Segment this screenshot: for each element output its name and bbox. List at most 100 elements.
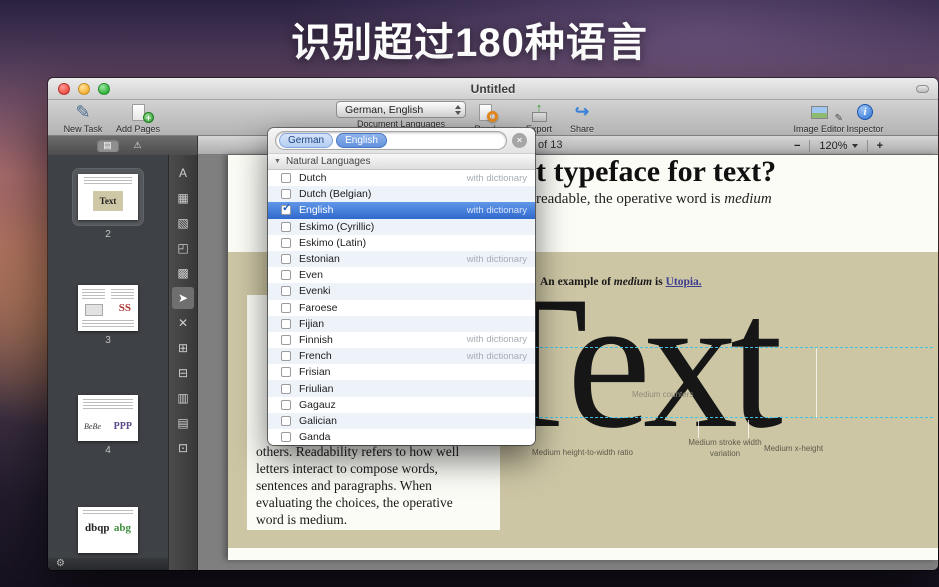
language-token-field[interactable]: German English <box>276 132 506 149</box>
inspector-button[interactable]: i Inspector <box>840 101 890 135</box>
chevron-down-icon <box>852 144 858 148</box>
language-name: Frisian <box>299 366 331 378</box>
language-token[interactable]: English <box>336 133 387 148</box>
language-row[interactable]: Frisian <box>268 364 535 380</box>
pages-tab[interactable]: ▤ <box>97 139 119 152</box>
language-row[interactable]: Evenki <box>268 283 535 299</box>
language-row[interactable]: Dutch (Belgian) <box>268 186 535 202</box>
thumbnail-image <box>85 304 103 316</box>
page-number: 3 <box>48 335 168 346</box>
photo-icon <box>811 106 828 119</box>
new-task-button[interactable]: ✎ New Task <box>56 101 110 135</box>
popover-header: German English ✕ <box>268 128 535 154</box>
pointer-tool-icon[interactable]: ➤ <box>172 287 194 309</box>
language-row[interactable]: French with dictionary <box>268 348 535 364</box>
thumbnail-slot: SS 3 <box>48 285 168 346</box>
split-table-cells-icon[interactable]: ▥ <box>172 387 194 409</box>
language-checkbox[interactable] <box>281 367 291 377</box>
language-checkbox[interactable] <box>281 351 291 361</box>
titlebar[interactable]: Untitled <box>48 78 938 100</box>
zoom-level-select[interactable]: 120% <box>809 140 867 152</box>
language-checkbox[interactable] <box>281 335 291 345</box>
language-row[interactable]: Galician <box>268 413 535 429</box>
zoom-level-value: 120% <box>819 140 847 152</box>
toolbar-toggle-button[interactable] <box>916 85 929 93</box>
baseline-guide-line <box>505 417 933 418</box>
language-row[interactable]: Even <box>268 267 535 283</box>
delete-table-row-icon[interactable]: ⊟ <box>172 362 194 384</box>
language-checkbox[interactable] <box>281 400 291 410</box>
page-thumbnail[interactable]: dbqp abg <box>78 507 138 553</box>
language-row[interactable]: English with dictionary <box>268 202 535 218</box>
language-row[interactable]: Ganda <box>268 429 535 445</box>
alerts-tab[interactable]: ⚠ <box>127 139 149 152</box>
language-row[interactable]: Eskimo (Latin) <box>268 235 535 251</box>
delete-block-icon[interactable]: ✕ <box>172 312 194 334</box>
language-checkbox[interactable] <box>281 432 291 442</box>
add-pages-icon: + <box>110 101 166 123</box>
language-row[interactable]: Estonian with dictionary <box>268 251 535 267</box>
merge-table-cells-icon[interactable]: ▤ <box>172 412 194 434</box>
paragraph-line: others. Readability refers to how well <box>256 443 459 460</box>
language-token[interactable]: German <box>279 133 333 148</box>
share-button[interactable]: ↪ Share <box>560 101 604 135</box>
language-checkbox[interactable] <box>281 254 291 264</box>
language-checkbox[interactable] <box>281 303 291 313</box>
add-table-row-icon[interactable]: ⊞ <box>172 337 194 359</box>
language-row[interactable]: Gagauz <box>268 397 535 413</box>
page-thumbnail[interactable]: SS <box>78 285 138 331</box>
language-name: Even <box>299 269 323 281</box>
language-checkbox[interactable] <box>281 384 291 394</box>
disclosure-triangle-icon[interactable]: ▼ <box>274 158 281 165</box>
language-checkbox[interactable] <box>281 238 291 248</box>
language-checkbox[interactable] <box>281 286 291 296</box>
add-pages-button[interactable]: + Add Pages <box>110 101 166 135</box>
language-row[interactable]: Eskimo (Cyrillic) <box>268 219 535 235</box>
language-name: English <box>299 204 333 216</box>
language-row[interactable]: Faroese <box>268 300 535 316</box>
language-checkbox[interactable] <box>281 189 291 199</box>
thumbnail-sample-text: BeBe <box>84 422 101 431</box>
language-checkbox[interactable] <box>281 319 291 329</box>
language-checkbox[interactable] <box>281 222 291 232</box>
page-thumbnail[interactable]: BeBe PPP <box>78 395 138 441</box>
thumbnail-sample-text: abg <box>114 522 131 534</box>
page-thumbnail[interactable]: Text <box>78 174 138 220</box>
erase-area-icon[interactable]: ▩ <box>172 262 194 284</box>
dictionary-note: with dictionary <box>467 351 535 362</box>
zoom-in-button[interactable]: + <box>868 140 892 152</box>
language-name: Dutch (Belgian) <box>299 188 371 200</box>
section-header[interactable]: ▼ Natural Languages <box>268 154 535 170</box>
clear-tokens-button[interactable]: ✕ <box>512 133 527 148</box>
language-checkbox[interactable] <box>281 416 291 426</box>
add-pages-label: Add Pages <box>110 124 166 134</box>
draw-text-block-icon[interactable]: A <box>172 162 194 184</box>
thumbnail-slot: Text 2 <box>48 169 168 240</box>
table-grid-icon[interactable]: ⊡ <box>172 437 194 459</box>
language-checkbox[interactable] <box>281 173 291 183</box>
language-name: Estonian <box>299 253 340 265</box>
share-icon: ↪ <box>560 101 604 123</box>
document-languages-select[interactable]: German, English <box>336 101 466 118</box>
language-row[interactable]: Dutch with dictionary <box>268 170 535 186</box>
zoom-out-button[interactable]: − <box>785 140 809 152</box>
thumbnail-text-lines <box>82 289 105 301</box>
language-checkbox[interactable] <box>281 270 291 280</box>
language-checkbox[interactable] <box>281 205 291 215</box>
thumbnail-sample-text: dbqp <box>85 522 109 534</box>
language-row[interactable]: Fijian <box>268 316 535 332</box>
section-title: Natural Languages <box>286 156 371 167</box>
draw-table-block-icon[interactable]: ▦ <box>172 187 194 209</box>
language-name: Evenki <box>299 285 331 297</box>
language-name: Eskimo (Latin) <box>299 237 366 249</box>
draw-picture-block-icon[interactable]: ▧ <box>172 212 194 234</box>
dictionary-note: with dictionary <box>467 173 535 184</box>
info-icon: i <box>857 104 873 120</box>
recognition-area-icon[interactable]: ◰ <box>172 237 194 259</box>
caption-text: is <box>652 276 665 288</box>
gear-icon[interactable]: ⚙ <box>56 559 65 569</box>
language-row[interactable]: Finnish with dictionary <box>268 332 535 348</box>
language-row[interactable]: Friulian <box>268 380 535 396</box>
subtitle-text: readable, the operative word is <box>536 191 724 207</box>
utopia-link[interactable]: Utopia. <box>666 276 702 288</box>
